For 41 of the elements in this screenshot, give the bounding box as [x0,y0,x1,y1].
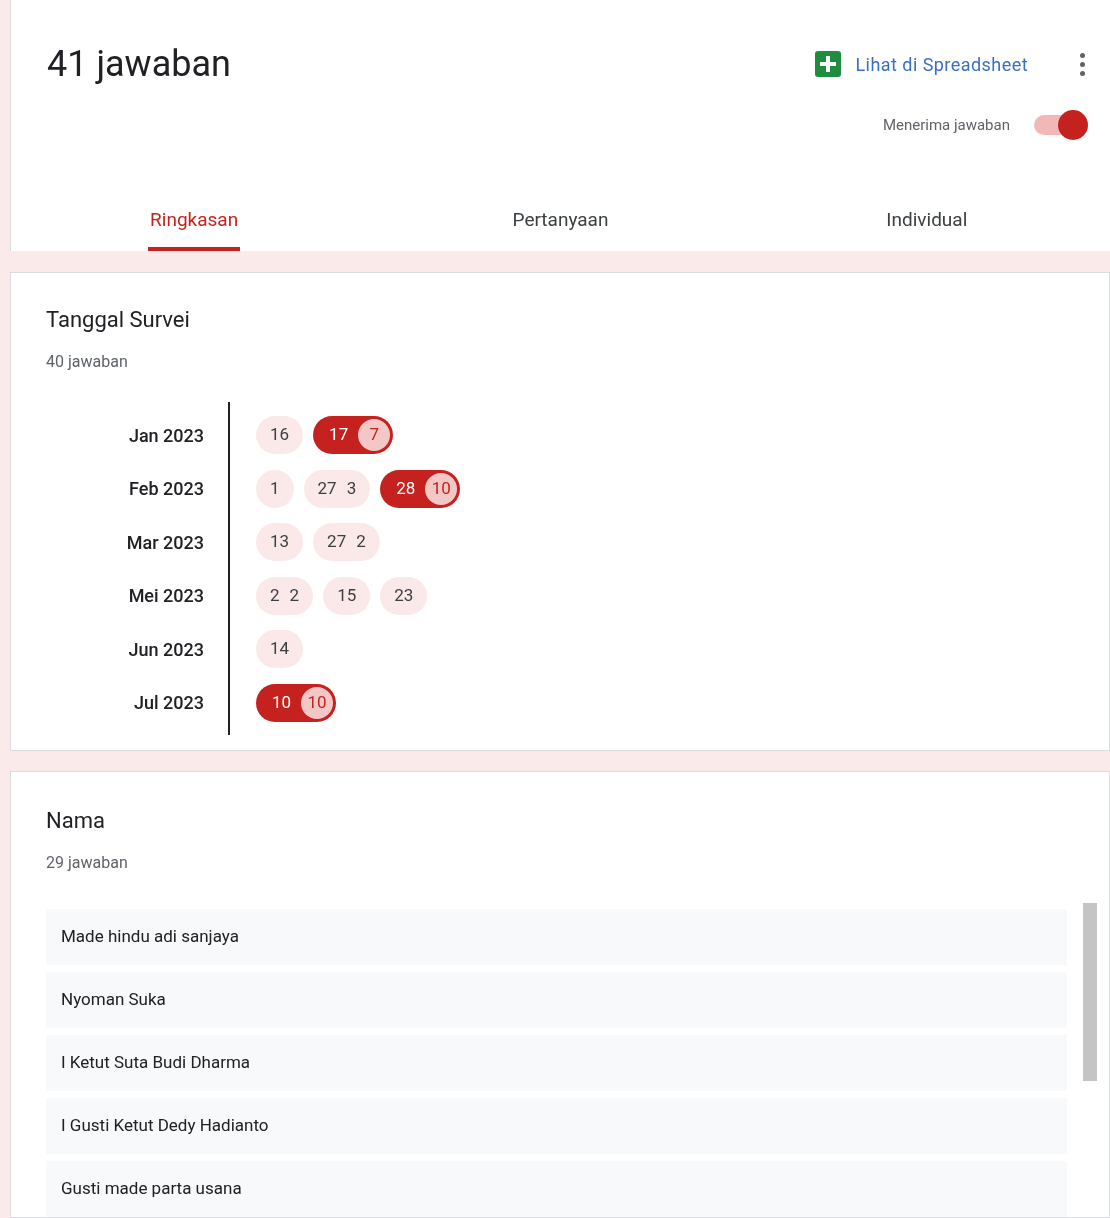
month-label: Jul 2023 [134,691,204,716]
accepting-responses-label: Menerima jawaban [882,114,1010,136]
day-number: 15 [337,583,357,607]
day-number: 1 [270,476,280,500]
day-number: 17 [329,423,349,447]
response-count-title: 41 jawaban [47,42,231,87]
accepting-responses-toggle[interactable] [1032,110,1088,140]
day-count: 7 [358,419,391,452]
month-label: Jun 2023 [128,637,204,662]
response-count: 40 jawaban [46,351,128,374]
day-number: 2 [270,583,280,607]
day-number: 28 [396,476,416,500]
day-count: 3 [346,476,357,500]
day-number: 16 [270,423,290,447]
day-number: 27 [317,476,337,500]
tab[interactable]: Individual [884,194,970,251]
answer-row: Gusti made parta usana [46,1161,1067,1217]
day-number: 14 [270,637,290,661]
answer-row: Nyoman Suka [46,972,1067,1028]
day-number: 13 [270,530,290,554]
month-label: Jan 2023 [128,423,204,448]
tab[interactable]: Pertanyaan [510,194,611,251]
response-count: 29 jawaban [46,852,128,874]
answer-row: I Gusti Ketut Dedy Hadianto [46,1098,1067,1154]
answer-row: Made hindu adi sanjaya [46,909,1067,965]
question-title: Nama [46,807,105,835]
question-title: Tanggal Survei [46,306,190,335]
day-number: 10 [272,690,292,714]
day-count: 2 [356,530,366,554]
spreadsheet-link[interactable]: Lihat di Spreadsheet [815,50,1028,78]
day-count: 10 [425,472,458,505]
month-label: Mei 2023 [128,584,204,609]
day-count: 2 [289,583,300,607]
answer-row: I Ketut Suta Budi Dharma [46,1035,1067,1091]
month-label: Mar 2023 [126,530,204,555]
day-number: 27 [327,530,347,554]
day-number: 23 [394,583,414,607]
tab[interactable]: Ringkasan [148,194,241,251]
day-count: 10 [301,686,334,719]
spreadsheet-icon [815,51,842,77]
month-label: Feb 2023 [129,477,204,502]
